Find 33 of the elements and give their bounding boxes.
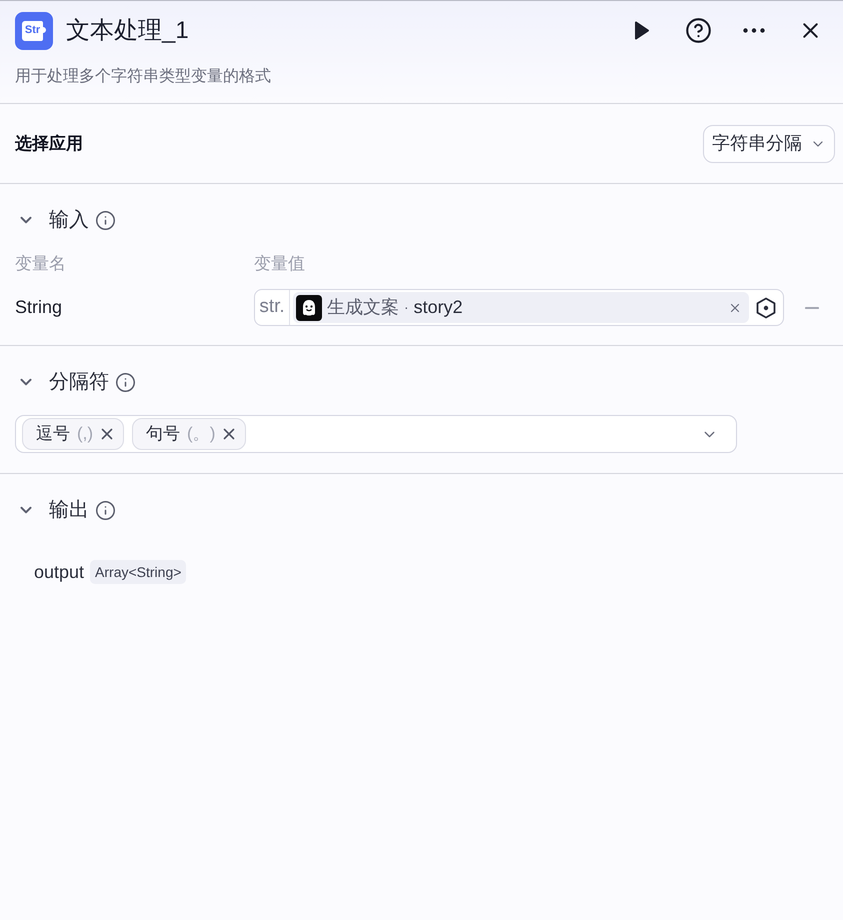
app-select-dropdown[interactable]: 字符串分隔 [703, 124, 835, 162]
output-type: Array<String> [90, 560, 186, 584]
variable-value-field[interactable]: str. 生成文案 · story2 [254, 289, 784, 326]
play-icon [634, 21, 650, 40]
separator-multi-select[interactable]: 逗号 (,) 句号 (。) [15, 415, 737, 453]
output-name: output [34, 560, 84, 584]
tag-label: 句号 [146, 423, 180, 446]
info-icon[interactable] [95, 500, 116, 520]
source-node-name: 生成文案 [327, 296, 399, 319]
minus-icon [805, 306, 819, 308]
section-title: 输入 [49, 208, 89, 233]
tag-label: 逗号 [36, 423, 70, 446]
tag-symbol: (,) [77, 423, 94, 446]
help-icon [684, 17, 712, 44]
node-title: 文本处理_1 [66, 16, 189, 46]
variable-reference-name: story2 [414, 296, 463, 319]
puzzle-piece-icon [22, 20, 47, 40]
hexagon-icon[interactable] [755, 296, 777, 318]
section-title: 输出 [49, 498, 89, 523]
node-description: 用于处理多个字符串类型变量的格式 [15, 66, 272, 87]
tag-symbol: (。) [187, 423, 216, 446]
info-icon[interactable] [95, 210, 116, 230]
more-icon [743, 28, 765, 33]
separator-dot: · [404, 298, 409, 317]
type-prefix: str. [255, 290, 290, 325]
column-header: 变量名 [15, 253, 67, 276]
info-icon[interactable] [115, 372, 136, 392]
app-select-label: 选择应用 [15, 132, 83, 155]
column-header: 变量值 [254, 253, 305, 276]
icon-label: Str [24, 25, 40, 36]
ghost-avatar-icon [296, 294, 322, 320]
section-title: 分隔符 [49, 370, 109, 395]
variable-name: String [15, 296, 64, 319]
